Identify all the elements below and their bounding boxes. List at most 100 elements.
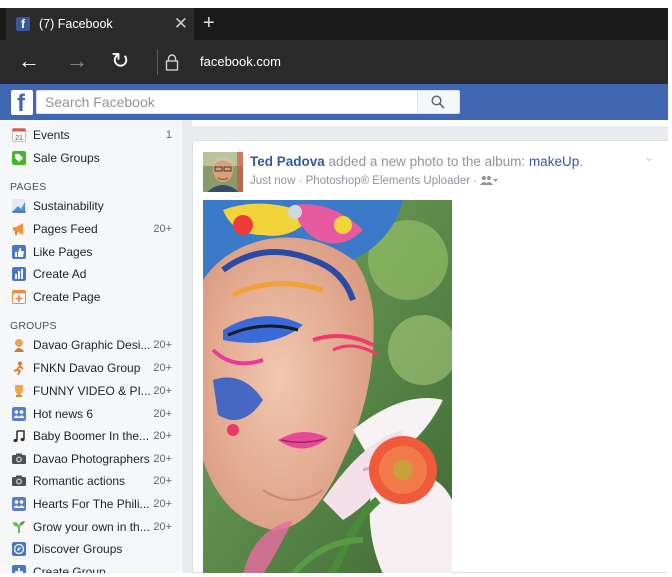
sidebar-item-label: Baby Boomer In the... — [33, 429, 150, 443]
sidebar-item-label: Grow your own in th... — [33, 520, 150, 534]
sidebar-item-discover-groups[interactable]: Discover Groups — [12, 539, 180, 559]
sidebar-item-label: Like Pages — [33, 245, 93, 259]
music-note-icon — [13, 430, 25, 443]
sidebar-item-count: 20+ — [153, 430, 172, 442]
sidebar-item-label: Davao Photographers — [33, 452, 150, 466]
facebook-logo-letter: f — [17, 90, 25, 117]
new-tab-button[interactable]: + — [203, 12, 215, 34]
sidebar-item-label: Hot news 6 — [33, 407, 94, 421]
sidebar-item-group-3[interactable]: FUNNY VIDEO & PI... 20+ — [12, 381, 180, 401]
post-album-link[interactable]: makeUp — [529, 154, 579, 169]
sidebar-item-count: 1 — [165, 129, 172, 141]
sidebar-item-pages-feed[interactable]: Pages Feed 20+ — [12, 219, 180, 239]
address-bar: ← → ↻ facebook.com — [0, 40, 668, 84]
sidebar-item-label: Davao Graphic Desi... — [33, 338, 151, 352]
sidebar-item-label: Hearts For The Phili... — [33, 497, 150, 511]
create-group-icon — [12, 565, 26, 573]
camera-icon — [12, 453, 26, 464]
facebook-header: f — [0, 84, 668, 120]
sustainability-icon — [12, 199, 26, 213]
search-input[interactable] — [37, 91, 417, 113]
left-sidebar: 21 Events 1 Sale Groups PAGES Sustainabi… — [0, 120, 182, 573]
sidebar-item-label: FNKN Davao Group — [33, 361, 141, 375]
sidebar-item-group-1[interactable]: Davao Graphic Desi... 20+ — [12, 335, 180, 355]
compass-icon — [12, 542, 26, 556]
group-people-icon — [12, 407, 26, 421]
post-photo[interactable] — [203, 200, 452, 573]
url-field[interactable]: facebook.com — [200, 54, 281, 69]
facebook-body: 21 Events 1 Sale Groups PAGES Sustainabi… — [0, 120, 668, 573]
plus-flag-icon — [12, 290, 26, 304]
address-separator — [157, 49, 158, 75]
sidebar-item-sale-groups[interactable]: Sale Groups — [12, 148, 180, 168]
post-author-link[interactable]: Ted Padova — [250, 154, 325, 169]
sidebar-item-events[interactable]: 21 Events 1 — [12, 125, 180, 145]
search-icon — [431, 95, 445, 109]
sidebar-item-like-pages[interactable]: Like Pages — [12, 242, 180, 262]
search-box — [36, 90, 418, 114]
sidebar-item-group-7[interactable]: Romantic actions 20+ — [12, 471, 180, 491]
composer-strip — [192, 120, 668, 126]
sidebar-item-count: 20+ — [153, 475, 172, 487]
feed-post: Ted Padova added a new photo to the albu… — [192, 140, 668, 573]
sidebar-item-group-8[interactable]: Hearts For The Phili... 20+ — [12, 494, 180, 514]
friends-icon[interactable] — [480, 175, 499, 185]
post-meta: Just now · Photoshop® Elements Uploader … — [250, 175, 499, 187]
back-button[interactable]: ← — [18, 49, 40, 73]
meta-separator: · — [470, 175, 481, 187]
sidebar-item-count: 20+ — [153, 385, 172, 397]
tab-close-icon[interactable]: ✕ — [174, 14, 188, 34]
sidebar-item-create-ad[interactable]: Create Ad — [12, 264, 180, 284]
meta-separator: · — [295, 175, 306, 187]
sidebar-item-group-2[interactable]: FNKN Davao Group 20+ — [12, 358, 180, 378]
sidebar-item-label: Romantic actions — [33, 474, 126, 488]
camera-icon — [12, 475, 26, 486]
facebook-logo[interactable]: f — [11, 90, 33, 117]
group-avatar-icon — [14, 339, 24, 352]
tab-bar: f (7) Facebook ✕ + — [0, 8, 668, 40]
bar-chart-icon — [12, 267, 26, 281]
sprout-icon — [13, 521, 25, 533]
refresh-button[interactable]: ↻ — [111, 49, 129, 73]
trophy-icon — [15, 385, 23, 397]
pages-heading: PAGES — [10, 181, 47, 193]
megaphone-icon — [13, 223, 23, 235]
author-avatar[interactable] — [203, 152, 243, 192]
makeup-face-photo — [203, 200, 452, 573]
sidebar-item-group-5[interactable]: Baby Boomer In the... 20+ — [12, 426, 180, 446]
groups-heading: GROUPS — [10, 320, 57, 332]
sidebar-item-count: 20+ — [153, 498, 172, 510]
sidebar-item-label: Create Group — [33, 565, 106, 573]
forward-button[interactable]: → — [66, 49, 88, 73]
sidebar-item-label: FUNNY VIDEO & PI... — [33, 384, 151, 398]
post-action-text: added a new photo to the album: — [324, 154, 529, 169]
sale-groups-icon — [12, 151, 26, 165]
sidebar-item-count: 20+ — [153, 362, 172, 374]
browser-window: f (7) Facebook ✕ + ← → ↻ facebook.com f — [0, 0, 668, 573]
post-header: Ted Padova added a new photo to the albu… — [250, 154, 583, 169]
sidebar-item-sustainability[interactable]: Sustainability — [12, 196, 180, 216]
sidebar-item-group-6[interactable]: Davao Photographers 20+ — [12, 449, 180, 469]
thumbs-up-icon — [12, 245, 26, 259]
post-app-link[interactable]: Photoshop® Elements Uploader — [306, 175, 470, 187]
sidebar-item-group-4[interactable]: Hot news 6 20+ — [12, 404, 180, 424]
sidebar-item-label: Events — [33, 128, 70, 142]
sidebar-item-count: 20+ — [153, 223, 172, 235]
sidebar-item-create-group[interactable]: Create Group — [12, 562, 180, 573]
post-options-chevron-icon[interactable]: ⌄ — [644, 150, 654, 164]
sidebar-item-count: 20+ — [153, 521, 172, 533]
tab-title: (7) Facebook — [39, 17, 113, 31]
sidebar-item-create-page[interactable]: Create Page — [12, 287, 180, 307]
sidebar-item-group-9[interactable]: Grow your own in th... 20+ — [12, 517, 180, 537]
sidebar-item-count: 20+ — [153, 408, 172, 420]
search-button[interactable] — [418, 90, 460, 114]
sidebar-item-label: Sale Groups — [33, 151, 100, 165]
sidebar-item-label: Create Page — [33, 290, 101, 304]
top-strip — [0, 0, 668, 8]
post-timestamp[interactable]: Just now — [250, 175, 295, 187]
figure-icon — [13, 361, 24, 375]
calendar-icon-text: 21 — [15, 135, 23, 142]
tab-facebook[interactable]: f (7) Facebook ✕ — [6, 8, 194, 40]
post-period: . — [579, 154, 583, 169]
sidebar-item-label: Create Ad — [33, 267, 87, 281]
